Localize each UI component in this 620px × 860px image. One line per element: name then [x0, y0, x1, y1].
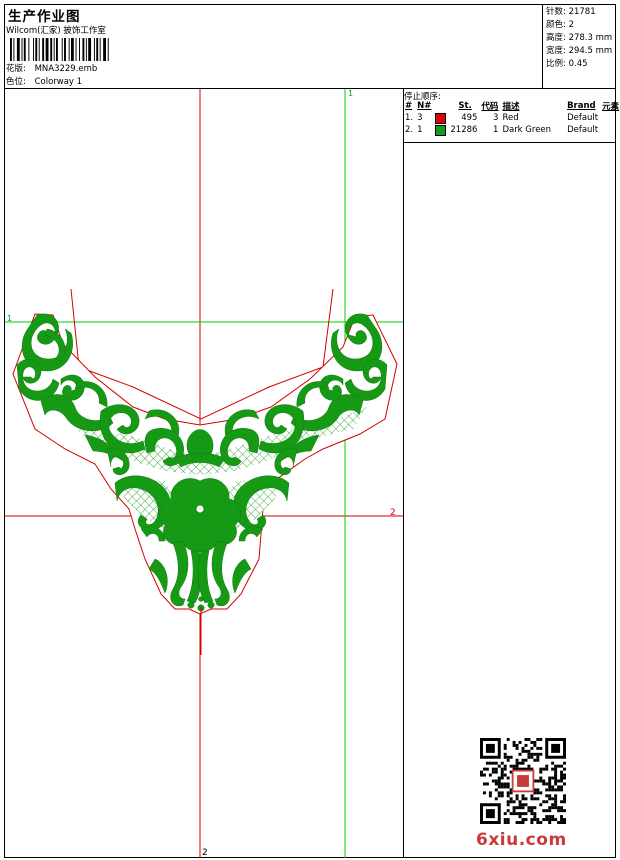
- stats-panel: 针数: 21781 颜色: 2 高度: 278.3 mm 宽度: 294.5 m…: [546, 6, 612, 71]
- sequence-header-row: # N# St. 代码 描述 Brand 元素: [403, 100, 620, 112]
- embroidery-canvas: 1 1 2 2: [5, 89, 403, 858]
- col-element: 元素: [602, 102, 620, 112]
- guide-label-v2: 2: [202, 848, 208, 858]
- col-brand: Brand: [567, 101, 596, 111]
- colorway-row: 色位: Colorway 1: [6, 75, 82, 87]
- design-file-name: MNA3229.emb: [34, 64, 98, 74]
- stat-scale: 比例: 0.45: [546, 59, 588, 69]
- sequence-table-bottom-line: [403, 142, 616, 143]
- design-file-row: 花版: MNA3229.emb: [6, 62, 97, 74]
- stat-width: 宽度: 294.5 mm: [546, 46, 613, 56]
- qr-code: [480, 738, 566, 824]
- col-desc: 描述: [502, 102, 520, 112]
- sequence-table: # N# St. 代码 描述 Brand 元素 1. 3 495 3 Red D…: [403, 100, 620, 136]
- guide-label-v1: 1: [348, 89, 353, 98]
- table-row: 2. 1 21286 1 Dark Green Default: [405, 124, 599, 136]
- design-file-label: 花版:: [6, 64, 26, 74]
- stat-colors: 颜色: 2: [546, 20, 574, 30]
- sequence-panel-divider: [403, 89, 404, 858]
- stat-stitches: 针数: 21781: [546, 7, 596, 17]
- color-swatch-red: [435, 112, 447, 124]
- watermark-logo: 6xiu.com: [476, 830, 567, 850]
- qr-center-seal: [517, 775, 529, 787]
- guide-label-h2: 2: [390, 508, 396, 518]
- color-swatch-green: [435, 124, 447, 136]
- col-stitches: St.: [458, 101, 472, 111]
- flower-center: [195, 504, 205, 514]
- page-title: 生产作业图: [8, 9, 81, 25]
- barcode: [10, 38, 109, 61]
- guide-label-h1: 1: [7, 314, 12, 323]
- header-divider: [542, 4, 543, 88]
- col-index: #: [405, 101, 413, 111]
- table-row: 1. 3 495 3 Red Default: [405, 112, 599, 124]
- studio-name: Wilcom(汇家) 披饰工作室: [6, 26, 106, 36]
- col-swatch: [433, 100, 448, 112]
- col-code: 代码: [481, 102, 499, 112]
- stat-height: 高度: 278.3 mm: [546, 33, 613, 43]
- col-needle: N#: [417, 101, 432, 111]
- header-panel: 生产作业图 Wilcom(汇家) 披饰工作室 花版: MNA3229.emb 色…: [4, 4, 616, 89]
- colorway-label: 色位:: [6, 77, 26, 87]
- colorway-name: Colorway 1: [34, 77, 83, 87]
